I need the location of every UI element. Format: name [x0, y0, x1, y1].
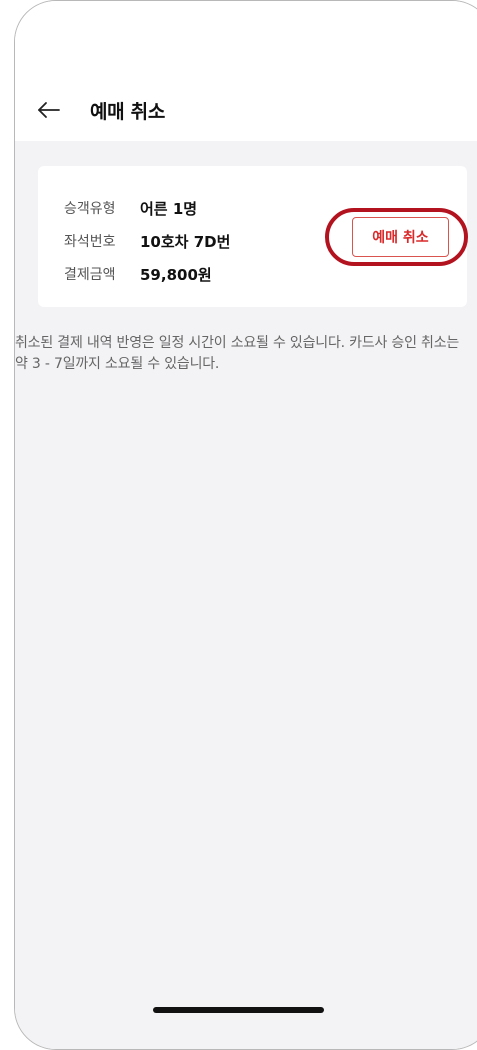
passenger-type-label: 승객유형	[64, 201, 116, 217]
main-content: 승객유형 어른 1명 좌석번호 10호차 7D번 결제금액 59,800원 예매…	[15, 141, 477, 1049]
home-indicator	[153, 1007, 324, 1013]
cancellation-notice: 취소된 결제 내역 반영은 일정 시간이 소요될 수 있습니다. 카드사 승인 …	[15, 335, 460, 372]
payment-amount-value: 59,800원	[140, 265, 212, 284]
seat-number-value: 10호차 7D번	[140, 232, 231, 251]
phone-frame: 예매 취소 승객유형 어른 1명 좌석번호 10호차 7D번 결제금액 59,8…	[14, 0, 477, 1050]
seat-number-row: 좌석번호 10호차 7D번	[64, 229, 230, 253]
seat-number-label: 좌석번호	[64, 234, 116, 250]
arrow-left-icon	[31, 93, 65, 127]
passenger-type-value: 어른 1명	[140, 199, 198, 218]
payment-amount-label: 결제금액	[64, 267, 116, 283]
ticket-info-card: 승객유형 어른 1명 좌석번호 10호차 7D번 결제금액 59,800원 예매…	[38, 166, 468, 307]
page-title: 예매 취소	[90, 101, 166, 123]
back-button[interactable]	[31, 93, 65, 127]
passenger-type-row: 승객유형 어른 1명	[64, 196, 197, 220]
cancel-reservation-button[interactable]: 예매 취소	[352, 217, 449, 257]
app-header: 예매 취소	[15, 1, 477, 141]
payment-amount-row: 결제금액 59,800원	[64, 262, 212, 286]
